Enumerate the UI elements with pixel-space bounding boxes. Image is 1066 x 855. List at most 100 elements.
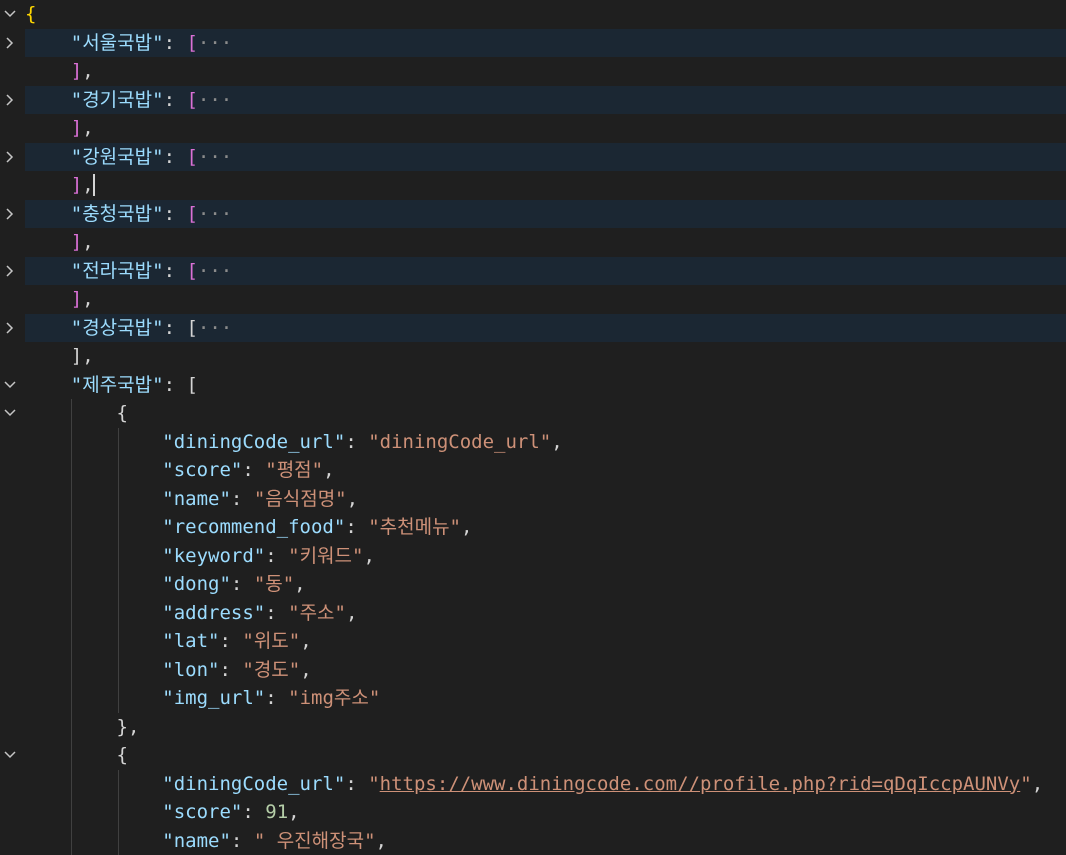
code-line[interactable]: "recommend_food": "추천메뉴", [0, 513, 1066, 542]
code-token: , [300, 659, 311, 681]
code-line[interactable]: "img_url": "img주소" [0, 684, 1066, 713]
code-line[interactable]: "강원국밥": [··· [0, 143, 1066, 172]
code-token [25, 288, 71, 310]
code-line[interactable]: "keyword": "키워드", [0, 542, 1066, 571]
code-line[interactable]: { [0, 399, 1066, 428]
code-text: "name": "음식점명", [25, 485, 358, 514]
code-text: "img_url": "img주소" [25, 684, 380, 713]
code-line[interactable]: "name": "음식점명", [0, 485, 1066, 514]
code-token [25, 573, 162, 595]
code-text: { [25, 741, 128, 770]
code-text: "강원국밥": [··· [25, 143, 232, 172]
code-token [25, 687, 162, 709]
code-token: "동" [254, 573, 294, 595]
code-line[interactable]: { [0, 741, 1066, 770]
code-token: : [242, 459, 265, 481]
code-line[interactable]: ], [0, 114, 1066, 143]
code-token: ] [71, 174, 82, 196]
folded-ellipsis[interactable]: ··· [198, 89, 232, 111]
code-line[interactable]: "dong": "동", [0, 570, 1066, 599]
code-token [25, 146, 71, 168]
fold-collapsed-icon[interactable] [0, 29, 20, 58]
code-line[interactable]: { [0, 0, 1066, 29]
code-token: : [164, 260, 187, 282]
code-token: : [219, 630, 242, 652]
code-line[interactable]: "제주국밥": [ [0, 371, 1066, 400]
code-line[interactable]: "score": "평점", [0, 456, 1066, 485]
code-token: 91 [265, 801, 288, 823]
fold-collapsed-icon[interactable] [0, 257, 20, 286]
code-text: "score": 91, [25, 798, 300, 827]
folded-ellipsis[interactable]: ··· [198, 317, 232, 339]
code-token [25, 630, 162, 652]
code-line[interactable]: ], [0, 285, 1066, 314]
code-line[interactable]: "address": "주소", [0, 599, 1066, 628]
code-token: "keyword" [162, 545, 265, 567]
code-token: [ [186, 146, 197, 168]
code-text: "diningCode_url": "diningCode_url", [25, 428, 563, 457]
folded-ellipsis[interactable]: ··· [198, 260, 232, 282]
code-token: , [551, 431, 562, 453]
code-token: : [265, 545, 288, 567]
code-token: , [461, 516, 472, 538]
code-line[interactable]: ], [0, 57, 1066, 86]
code-token [25, 89, 71, 111]
code-token [25, 659, 162, 681]
fold-collapsed-icon[interactable] [0, 86, 20, 115]
code-line[interactable]: "충청국밥": [··· [0, 200, 1066, 229]
fold-expanded-icon[interactable] [0, 371, 20, 400]
code-token: , [347, 488, 358, 510]
code-token [25, 60, 71, 82]
code-token: : [231, 573, 254, 595]
code-token [25, 32, 71, 54]
code-text: { [25, 399, 128, 428]
code-text: "전라국밥": [··· [25, 257, 232, 286]
folded-ellipsis[interactable]: ··· [198, 203, 232, 225]
code-token [25, 431, 162, 453]
code-token: : [164, 203, 187, 225]
code-token: , [294, 573, 305, 595]
fold-collapsed-icon[interactable] [0, 314, 20, 343]
code-line[interactable]: ], [0, 171, 1066, 200]
code-token: : [265, 602, 288, 624]
code-text: ], [25, 171, 94, 200]
fold-expanded-icon[interactable] [0, 399, 20, 428]
code-line[interactable]: "경상국밥": [··· [0, 314, 1066, 343]
code-token: : [265, 687, 288, 709]
code-line[interactable]: "경기국밥": [··· [0, 86, 1066, 115]
code-token: "diningCode_url" [162, 431, 345, 453]
code-token: , [1032, 773, 1043, 795]
fold-collapsed-icon[interactable] [0, 200, 20, 229]
code-token [25, 317, 71, 339]
code-line[interactable]: "score": 91, [0, 798, 1066, 827]
code-token: : [345, 516, 368, 538]
code-token: : [345, 773, 368, 795]
code-token: , [82, 60, 93, 82]
code-token: "키워드" [288, 545, 363, 567]
folded-ellipsis[interactable]: ··· [198, 146, 232, 168]
code-token: [ [186, 89, 197, 111]
code-line[interactable]: ], [0, 342, 1066, 371]
indent-guide [118, 770, 119, 855]
url-link[interactable]: https://www.diningcode.com//profile.php?… [380, 773, 1021, 795]
fold-collapsed-icon[interactable] [0, 143, 20, 172]
code-token: , [346, 602, 357, 624]
code-line[interactable]: }, [0, 713, 1066, 742]
code-token: "diningCode_url" [162, 773, 345, 795]
fold-expanded-icon[interactable] [0, 0, 20, 29]
code-token [25, 374, 71, 396]
code-token: "address" [162, 602, 265, 624]
code-line[interactable]: "diningCode_url": "diningCode_url", [0, 428, 1066, 457]
code-line[interactable]: "lon": "경도", [0, 656, 1066, 685]
folded-ellipsis[interactable]: ··· [198, 32, 232, 54]
code-token: ] [71, 117, 82, 139]
code-line[interactable]: "서울국밥": [··· [0, 29, 1066, 58]
code-line[interactable]: ], [0, 228, 1066, 257]
code-token: [ [186, 32, 197, 54]
code-line[interactable]: "diningCode_url": "https://www.diningcod… [0, 770, 1066, 799]
fold-expanded-icon[interactable] [0, 741, 20, 770]
code-line[interactable]: "전라국밥": [··· [0, 257, 1066, 286]
code-text: ], [25, 285, 94, 314]
code-token: ] [71, 345, 82, 367]
code-line[interactable]: "lat": "위도", [0, 627, 1066, 656]
